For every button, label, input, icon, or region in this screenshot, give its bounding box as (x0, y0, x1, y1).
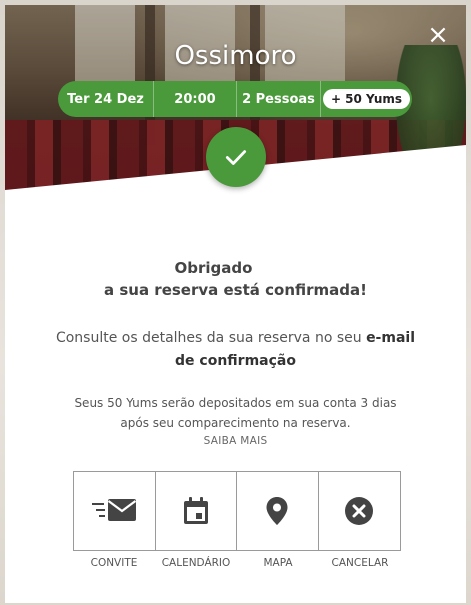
thanks-line: Obrigado (174, 259, 253, 277)
learn-more-link[interactable]: SAIBA MAIS (5, 435, 466, 447)
invite-label: CONVITE (90, 557, 138, 569)
booking-guests: 2 Pessoas (237, 81, 321, 117)
cancel-button[interactable] (319, 472, 401, 550)
calendar-button[interactable] (156, 472, 237, 550)
booking-summary-pill: Ter 24 Dez 20:00 2 Pessoas + 50 Yums (58, 81, 412, 117)
cancel-icon (345, 497, 374, 525)
booking-date: Ter 24 Dez (58, 81, 154, 117)
action-labels: CONVITE CALENDÁRIO MAPA CANCELAR (73, 557, 401, 569)
close-button[interactable]: × (426, 20, 450, 50)
confirmation-heading: Obrigado a sua reserva está confirmada! (5, 257, 466, 301)
consult-email-text: Consulte os detalhes da sua reserva no s… (45, 327, 426, 373)
close-icon[interactable]: × (427, 20, 449, 50)
success-check-badge (206, 127, 266, 187)
confirmation-modal: Ossimoro × Ter 24 Dez 20:00 2 Pessoas + … (5, 5, 466, 603)
booking-time: 20:00 (154, 81, 237, 117)
invite-button[interactable] (74, 472, 156, 550)
cancel-label: CANCELAR (331, 557, 389, 569)
consult-text: Consulte os detalhes da sua reserva no s… (55, 330, 367, 346)
restaurant-name: Ossimoro (174, 41, 297, 71)
checkmark-icon (225, 150, 247, 165)
yums-segment: + 50 Yums (321, 81, 412, 117)
envelope-icon (92, 499, 137, 521)
map-label: MAPA (263, 557, 293, 569)
yums-badge: + 50 Yums (322, 89, 411, 109)
action-grid (73, 471, 401, 551)
yums-info-text: Seus 50 Yums serão depositados em sua co… (74, 396, 397, 430)
map-pin-icon (266, 497, 288, 525)
calendar-icon (183, 497, 208, 524)
map-button[interactable] (237, 472, 319, 550)
confirmed-line: a sua reserva está confirmada! (104, 281, 367, 299)
calendar-label: CALENDÁRIO (161, 557, 231, 569)
